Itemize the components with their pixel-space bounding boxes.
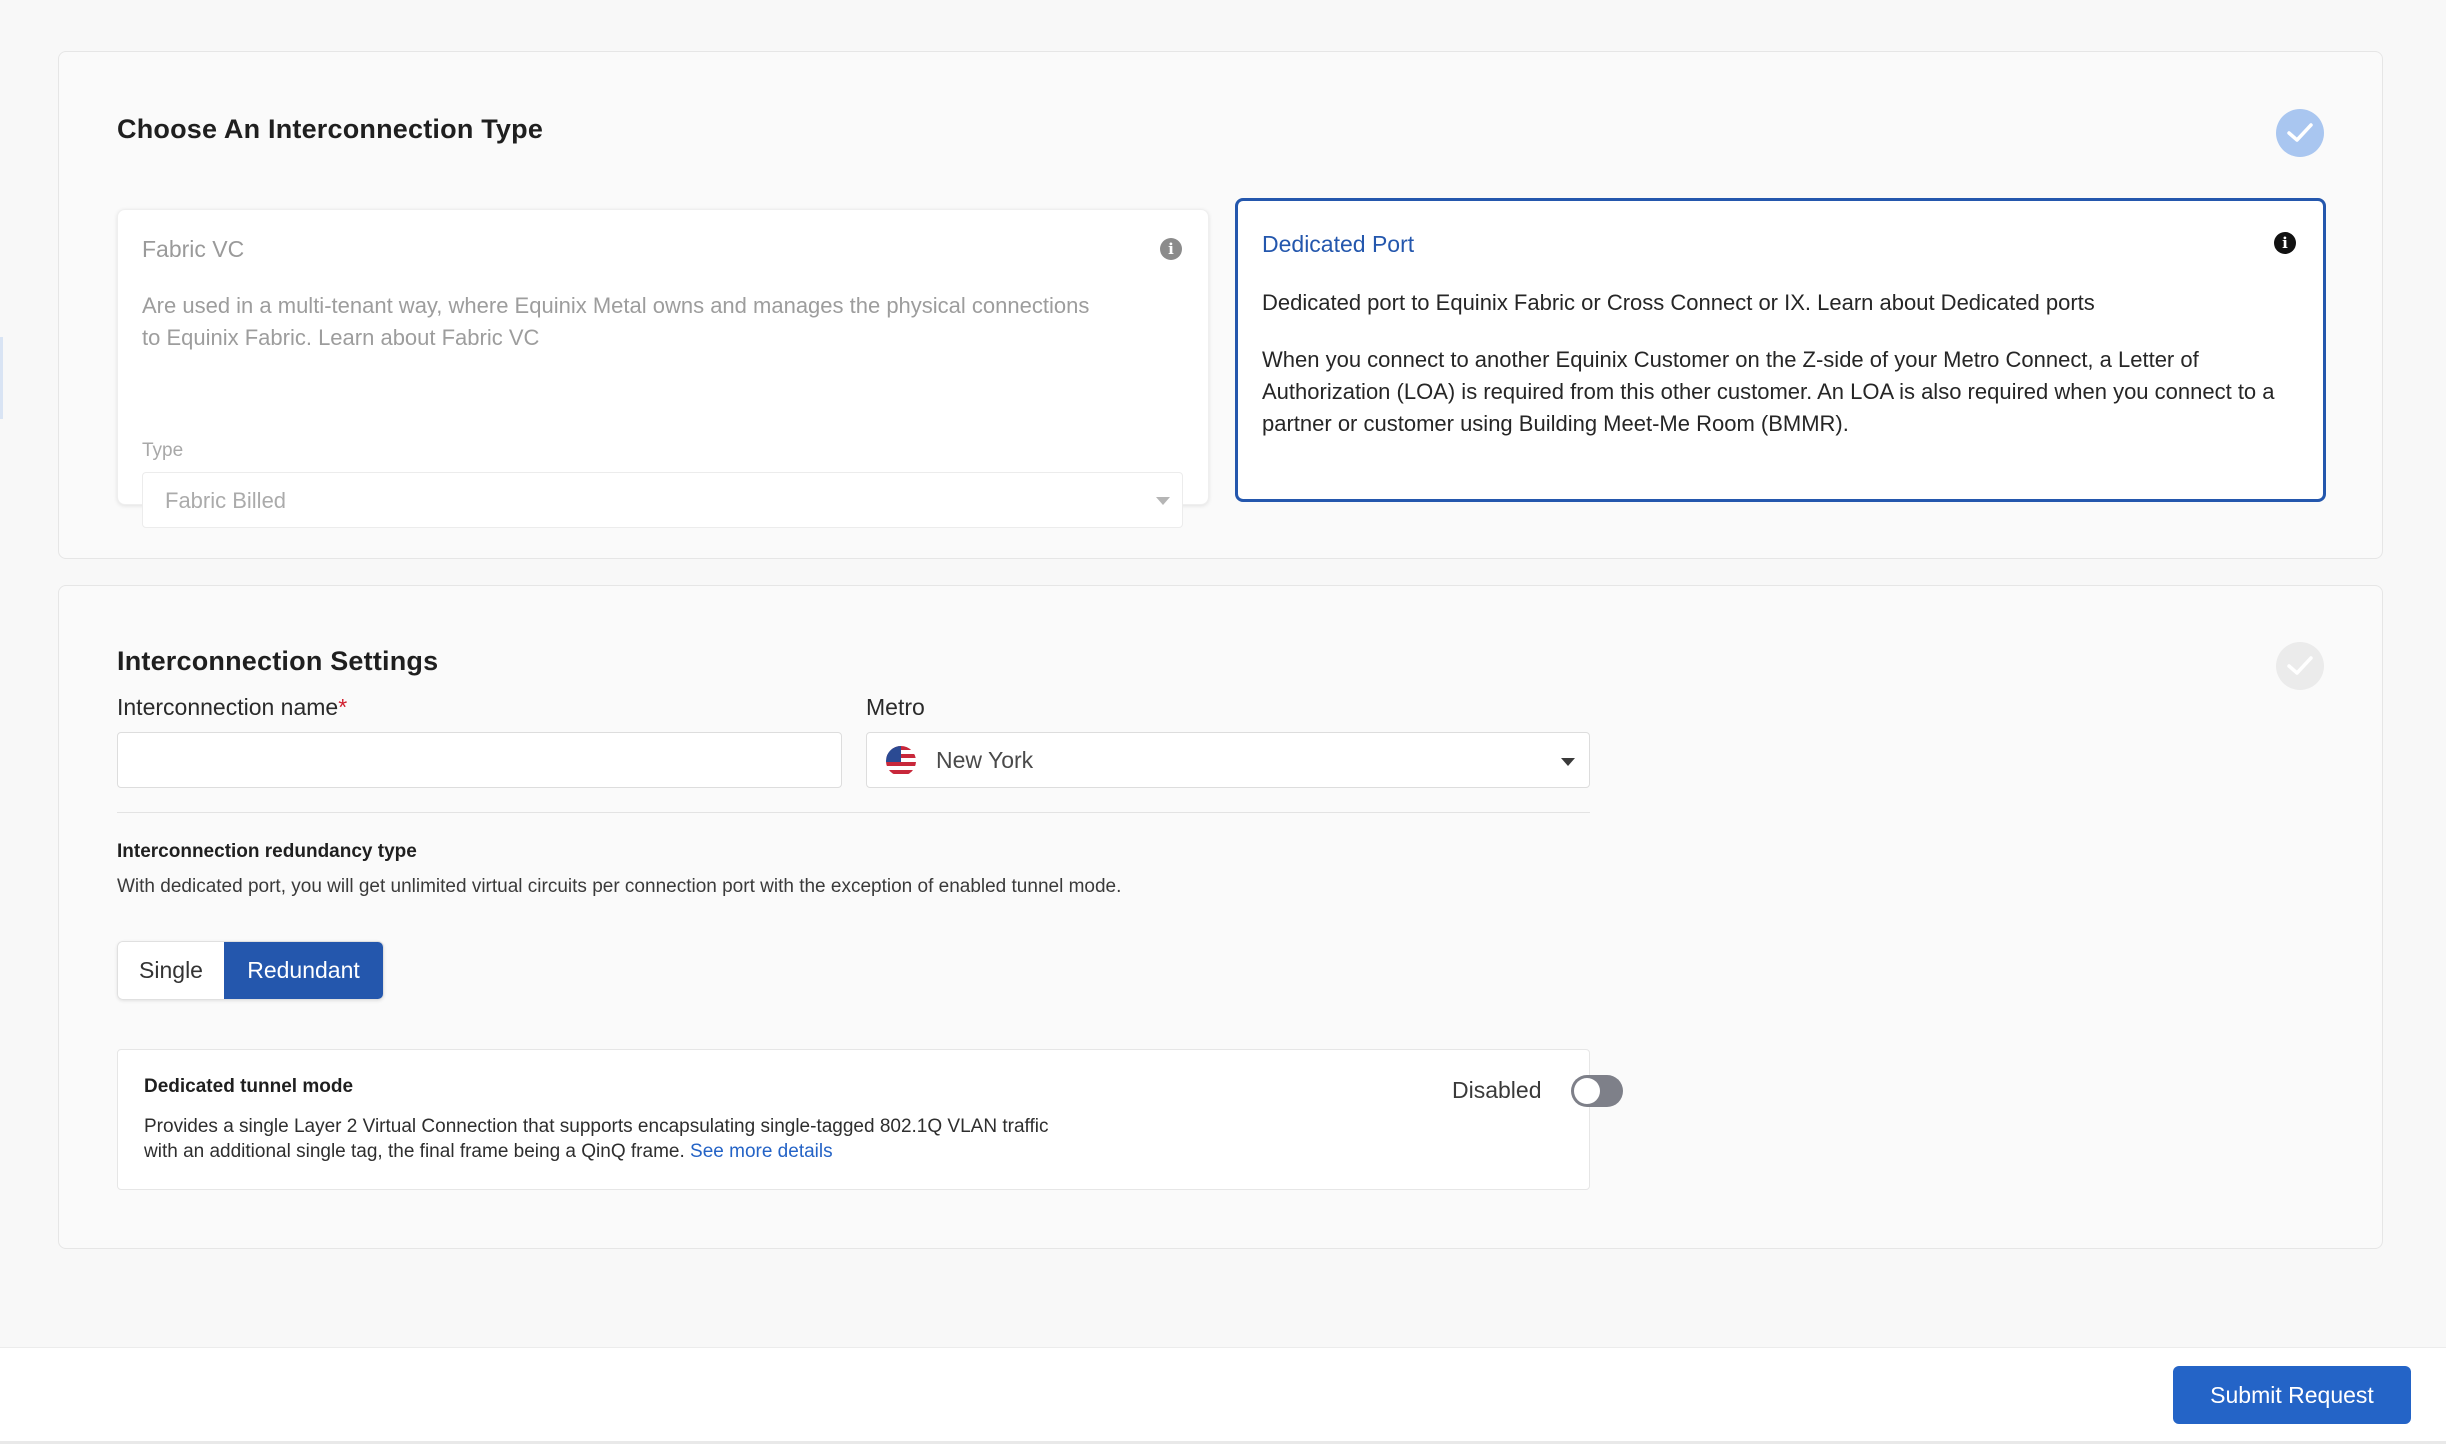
redundancy-option-single[interactable]: Single (118, 942, 224, 999)
card-title: Fabric VC (142, 236, 245, 262)
card-description: Are used in a multi-tenant way, where Eq… (142, 293, 1090, 350)
section-title: Choose An Interconnection Type (117, 114, 544, 144)
card-title: Dedicated Port (1262, 231, 1415, 257)
info-icon[interactable]: i (2274, 232, 2296, 254)
check-circle-icon (2276, 642, 2324, 690)
redundancy-toggle: Single Redundant (117, 941, 384, 1000)
fabric-vc-card[interactable]: Fabric VC i Are used in a multi-tenant w… (117, 209, 1209, 528)
type-label: Type (142, 440, 184, 461)
card-description: Dedicated port to Equinix Fabric or Cros… (1262, 290, 2095, 315)
chevron-down-icon (1156, 497, 1170, 505)
section-title: Interconnection Settings (117, 646, 439, 676)
dedicated-port-card[interactable]: Dedicated Port i Dedicated port to Equin… (1235, 198, 2326, 502)
us-flag-icon (886, 746, 916, 776)
tunnel-mode-status: Disabled (1452, 1077, 1542, 1103)
type-select[interactable]: Fabric Billed (142, 472, 1183, 528)
interconnection-name-input[interactable] (117, 732, 842, 788)
type-select-value: Fabric Billed (165, 488, 287, 513)
redundancy-description: With dedicated port, you will get unlimi… (117, 876, 1122, 897)
tunnel-mode-box: Dedicated tunnel mode Provides a single … (117, 1049, 1623, 1190)
footer-bar: Submit Request (0, 1347, 2446, 1444)
switch-knob (1574, 1078, 1600, 1104)
tunnel-mode-title: Dedicated tunnel mode (144, 1076, 354, 1097)
divider (117, 812, 1590, 813)
redundancy-title: Interconnection redundancy type (117, 841, 417, 862)
interconnection-settings-section: Interconnection Settings Interconnection… (58, 585, 2383, 1249)
redundancy-option-redundant[interactable]: Redundant (224, 942, 383, 999)
chevron-down-icon (1561, 758, 1575, 766)
card-note: When you connect to another Equinix Cust… (1262, 347, 2275, 436)
metro-label: Metro (866, 694, 925, 720)
submit-request-button[interactable]: Submit Request (2173, 1366, 2411, 1424)
info-icon[interactable]: i (1160, 238, 1182, 260)
tunnel-mode-switch[interactable] (1571, 1075, 1623, 1107)
left-edge-indicator (0, 337, 3, 419)
metro-select-value: New York (936, 747, 1034, 773)
page: Choose An Interconnection Type Fabric VC… (0, 0, 2446, 1444)
metro-select[interactable]: New York (866, 732, 1590, 788)
check-circle-icon (2276, 109, 2324, 157)
interconnection-name-label: Interconnection name* (117, 694, 348, 720)
see-more-details-link[interactable]: See more details (690, 1141, 833, 1162)
required-mark: * (338, 694, 348, 720)
interconnection-type-section: Choose An Interconnection Type Fabric VC… (58, 51, 2383, 559)
tunnel-mode-description: Provides a single Layer 2 Virtual Connec… (144, 1116, 1049, 1162)
